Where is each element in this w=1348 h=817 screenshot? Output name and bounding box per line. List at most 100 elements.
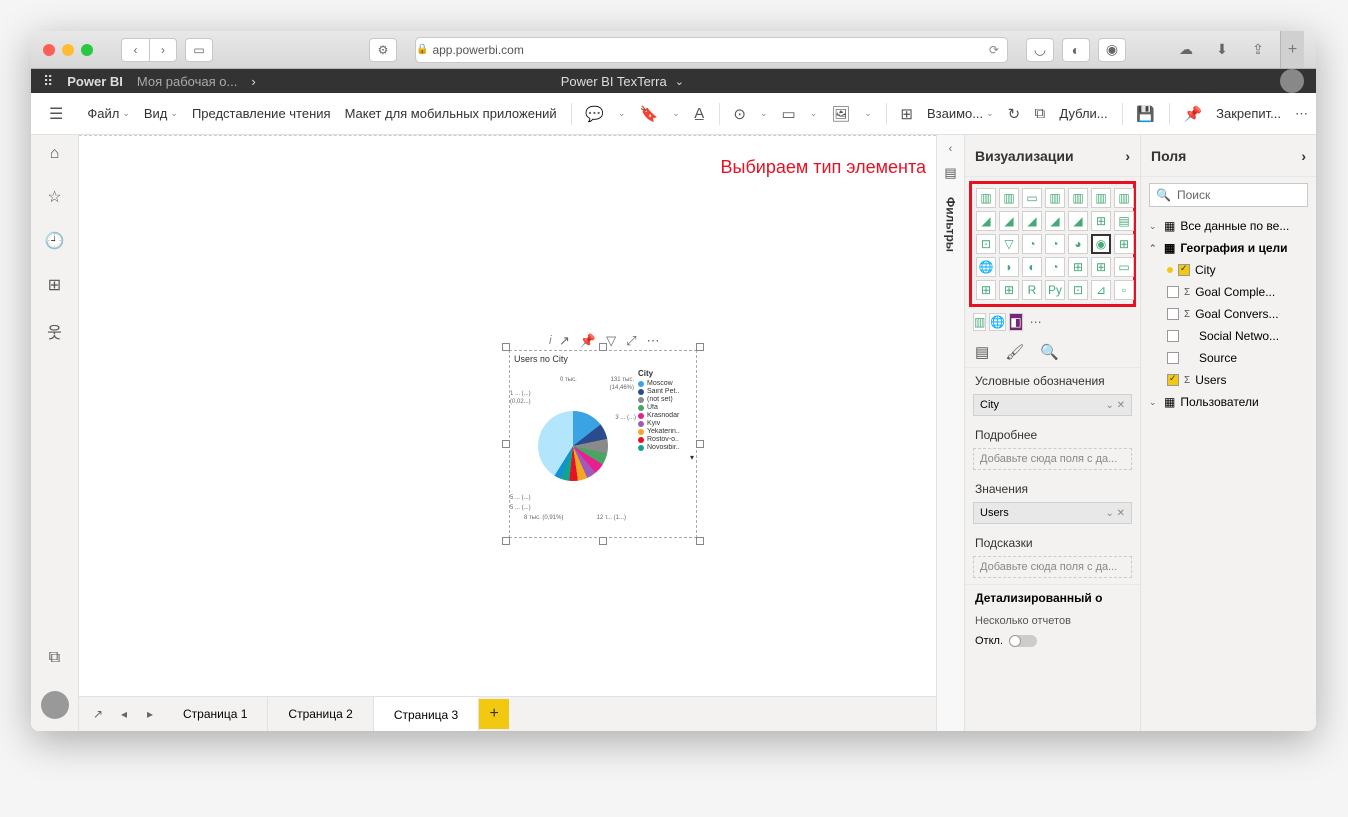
viz-type-29[interactable]: ⊞ [999, 280, 1019, 300]
collapse-fields-icon[interactable]: › [1301, 148, 1306, 164]
page-tab-1[interactable]: Страница 1 [163, 697, 268, 732]
viz-type-13[interactable]: ▤ [1114, 211, 1134, 231]
prev-page[interactable]: ◂ [111, 701, 137, 727]
drill-icon[interactable]: ↗ [559, 333, 570, 349]
favorites-icon[interactable]: ☆ [47, 187, 61, 207]
viz-type-8[interactable]: ◢ [999, 211, 1019, 231]
reload-icon[interactable]: ⟳ [989, 43, 999, 57]
viz-type-27[interactable]: ▭ [1114, 257, 1134, 277]
viz-type-34[interactable]: ▫ [1114, 280, 1134, 300]
nav-toggle-icon[interactable]: ☰ [39, 104, 73, 124]
viz-type-0[interactable]: ▥ [976, 188, 996, 208]
table-all-data[interactable]: ⌄▦Все данные по ве... [1141, 215, 1316, 237]
viz-type-4[interactable]: ▥ [1068, 188, 1088, 208]
viz-type-16[interactable]: ◔ [1022, 234, 1042, 254]
buttons-icon[interactable]: ⊙ [733, 105, 746, 123]
viz-type-7[interactable]: ◢ [976, 211, 996, 231]
viz-custom[interactable]: ◧ [1009, 313, 1022, 331]
get-data-icon[interactable]: ⧉ [49, 649, 60, 667]
viz-type-2[interactable]: ▭ [1022, 188, 1042, 208]
view-menu[interactable]: Вид⌄ [144, 106, 178, 121]
analytics-mode-icon[interactable]: 🔍 [1040, 343, 1059, 361]
cloud-tabs-icon[interactable]: ☁ [1172, 38, 1200, 62]
filter-icon[interactable]: ▽ [606, 333, 616, 349]
app-launcher-icon[interactable]: ⠿ [43, 73, 53, 90]
field-social[interactable]: Social Netwo... [1141, 325, 1316, 347]
filters-pane-collapsed[interactable]: ‹ ▤ Фильтры [936, 135, 964, 731]
viz-type-25[interactable]: ⊞ [1068, 257, 1088, 277]
next-page[interactable]: ▸ [137, 701, 163, 727]
downloads-icon[interactable]: ⬇ [1208, 38, 1236, 62]
popout-icon[interactable]: ↗ [85, 701, 111, 727]
comment-icon[interactable]: 💬 [585, 105, 604, 123]
recent-icon[interactable]: 🕘 [45, 231, 65, 251]
add-page-button[interactable]: + [479, 699, 509, 729]
interactions-menu[interactable]: Взаимо...⌄ [927, 106, 994, 121]
table-geography[interactable]: ⌃▦География и цели [1141, 237, 1316, 259]
back-button[interactable]: ‹ [121, 38, 149, 62]
address-bar[interactable]: 🔒 app.powerbi.com ⟳ [415, 37, 1008, 63]
viz-type-33[interactable]: ⊿ [1091, 280, 1111, 300]
values-field-item[interactable]: Users⌄ ✕ [973, 502, 1132, 524]
duplicate-menu[interactable]: Дубли... [1059, 106, 1107, 121]
viz-type-15[interactable]: ▽ [999, 234, 1019, 254]
fields-search[interactable]: 🔍 Поиск [1149, 183, 1308, 207]
file-menu[interactable]: Файл⌄ [87, 106, 130, 121]
viz-type-5[interactable]: ▥ [1091, 188, 1111, 208]
viz-type-24[interactable]: ◔ [1045, 257, 1065, 277]
viz-type-17[interactable]: ◔ [1045, 234, 1065, 254]
refresh-icon[interactable]: ↻ [1008, 105, 1021, 123]
bookmark-icon[interactable]: 🔖 [639, 105, 658, 123]
field-city[interactable]: City [1141, 259, 1316, 281]
image-icon[interactable]: 🖼 [831, 105, 850, 123]
sidebar-button[interactable]: ▭ [185, 38, 213, 62]
viz-powerapps[interactable]: ▥ [973, 313, 986, 331]
chevron-down-icon[interactable]: ⌄ [675, 75, 684, 88]
viz-type-6[interactable]: ▥ [1114, 188, 1134, 208]
pin-visual-icon[interactable]: 📌 [580, 333, 596, 349]
field-source[interactable]: Source [1141, 347, 1316, 369]
tooltips-placeholder[interactable]: Добавьте сюда поля с да... [973, 556, 1132, 578]
viz-type-19[interactable]: ◉ [1091, 234, 1111, 254]
field-goal-completions[interactable]: ΣGoal Comple... [1141, 281, 1316, 303]
ext-pocket[interactable]: ◡ [1026, 38, 1054, 62]
workspace-crumb[interactable]: Моя рабочая о... [137, 74, 237, 89]
table-users[interactable]: ⌄▦Пользователи [1141, 391, 1316, 413]
maximize-window[interactable] [81, 44, 93, 56]
minimize-window[interactable] [62, 44, 74, 56]
report-canvas[interactable]: Выбираем тип элемента i ↗ 📌 ▽ ⤢ ⋯ Users … [79, 135, 936, 696]
report-title[interactable]: Power BI TexTerra [561, 74, 667, 89]
viz-type-31[interactable]: Py [1045, 280, 1065, 300]
fields-mode-icon[interactable]: ▤ [975, 343, 989, 361]
account-avatar[interactable] [41, 691, 69, 719]
close-window[interactable] [43, 44, 55, 56]
multi-reports-toggle[interactable] [1009, 635, 1037, 647]
ext-adblock[interactable]: ◐ [1062, 38, 1090, 62]
viz-type-18[interactable]: ◕ [1068, 234, 1088, 254]
viz-type-3[interactable]: ▥ [1045, 188, 1065, 208]
viz-type-12[interactable]: ⊞ [1091, 211, 1111, 231]
home-icon[interactable]: ⌂ [50, 145, 60, 163]
save-icon[interactable]: 💾 [1136, 105, 1155, 123]
viz-type-11[interactable]: ◢ [1068, 211, 1088, 231]
share-icon[interactable]: ⇪ [1244, 38, 1272, 62]
viz-type-10[interactable]: ◢ [1045, 211, 1065, 231]
new-tab-button[interactable]: + [1280, 31, 1304, 68]
duplicate-icon[interactable]: ⧉ [1034, 105, 1045, 122]
viz-type-28[interactable]: ⊞ [976, 280, 996, 300]
viz-globe[interactable]: 🌐 [989, 313, 1006, 331]
viz-type-26[interactable]: ⊞ [1091, 257, 1111, 277]
field-goal-conversions[interactable]: ΣGoal Convers... [1141, 303, 1316, 325]
viz-more[interactable]: ⋯ [1026, 313, 1046, 331]
interactions-icon[interactable]: ⊞ [900, 105, 913, 123]
format-mode-icon[interactable]: 🖌 [1005, 343, 1024, 361]
field-users[interactable]: ΣUsers [1141, 369, 1316, 391]
focus-icon[interactable]: ⤢ [626, 333, 636, 349]
pin-icon[interactable]: 📌 [1183, 105, 1202, 123]
textbox-icon[interactable]: A̲ [694, 105, 705, 122]
viz-type-20[interactable]: ⊞ [1114, 234, 1134, 254]
details-placeholder[interactable]: Добавьте сюда поля с да... [973, 448, 1132, 470]
viz-type-14[interactable]: ⊡ [976, 234, 996, 254]
viz-type-9[interactable]: ◢ [1022, 211, 1042, 231]
viz-type-32[interactable]: ⊡ [1068, 280, 1088, 300]
